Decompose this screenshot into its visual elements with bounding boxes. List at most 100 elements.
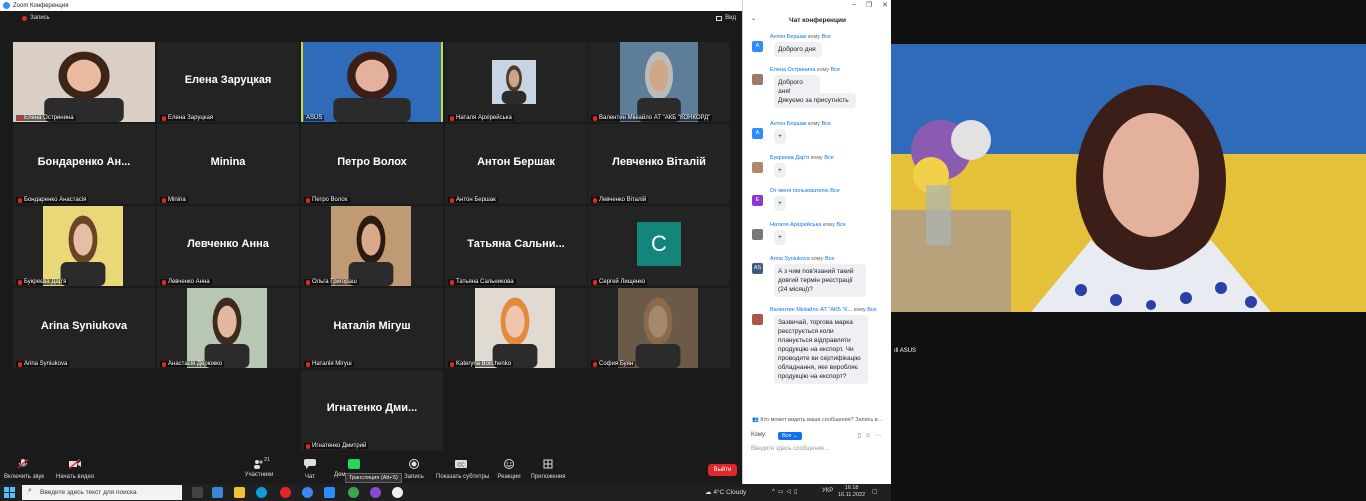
windows-start-icon[interactable] (4, 487, 15, 498)
speaker-name: ASUS (899, 348, 917, 354)
participant-video (620, 42, 698, 122)
speaker-video-bottom (891, 484, 1366, 501)
chat-sender[interactable]: Елена Остринина (770, 67, 815, 73)
emoji-icon[interactable]: ☺ (865, 433, 875, 439)
network-icon[interactable]: ▭ (778, 489, 787, 495)
participant-tile[interactable]: Наталя Архірейська (445, 42, 587, 122)
chat-sender[interactable]: Валентин Мініайло АТ "АКБ "К... (770, 307, 852, 313)
chat-to: кому (822, 222, 835, 228)
participant-tile[interactable]: Антон Бершак Антон Бершак (445, 124, 587, 204)
participant-tile[interactable]: Букреєва Дар'я (13, 206, 155, 286)
notification-icon[interactable]: ▢ (872, 488, 878, 495)
mic-muted-icon (17, 458, 29, 469)
taskbar-search[interactable]: ⌕ Введите здесь текст для поиска (22, 485, 182, 500)
file-explorer-icon[interactable] (234, 487, 245, 498)
participant-name-label: Елена Заруцкая (160, 115, 216, 121)
chat-sender[interactable]: Наталя Архірейська (770, 222, 821, 228)
chat-bubble: + (774, 196, 786, 211)
chat-sender[interactable]: Букреева Дар'я (770, 155, 809, 161)
mic-muted-icon (18, 197, 22, 203)
chat-sender[interactable]: Антон Бершак (770, 121, 806, 127)
participant-name: Minina (168, 197, 186, 203)
recipient-row: Кому: Все ⌄ ▯☺⋯ (751, 432, 891, 444)
participant-tile[interactable]: Minina Minina (157, 124, 299, 204)
participant-display-name: Татьяна Сальни... (467, 238, 565, 250)
participant-tile[interactable]: Левченко Анна Левченко Анна (157, 206, 299, 286)
participant-tile[interactable]: C Сергей Лищенко (588, 206, 730, 286)
task-view-icon[interactable] (192, 487, 203, 498)
subtitles-button[interactable]: CC Показать субтитры (436, 459, 490, 480)
participant-tile[interactable]: Валентин Мініайло АТ "АКБ "КОНКОРД" (588, 42, 730, 122)
volume-icon[interactable]: ◁ (787, 489, 795, 495)
participant-name-label: Левченко Віталій (591, 197, 649, 203)
participant-video (43, 206, 123, 286)
participant-name: Наталя Архірейська (456, 115, 512, 121)
participant-tile[interactable]: Ольга Григораш (301, 206, 443, 286)
participant-tile[interactable]: Игнатенко Дми... Игнатенко Дмитрий (301, 370, 443, 450)
participant-tile[interactable]: Елена Заруцкая Елена Заруцкая (157, 42, 299, 122)
apps-button[interactable]: Приложения (530, 459, 566, 480)
chat-target: Все (830, 67, 841, 73)
leave-button[interactable]: Выйти (708, 464, 737, 476)
participant-name: Елена Заруцкая (168, 115, 214, 121)
subtitles-label: Показать субтитры (436, 474, 490, 480)
participant-tile[interactable]: Arina Syniukova Arina Syniukova (13, 288, 155, 368)
file-icon[interactable]: ▯ (858, 433, 865, 439)
participant-tile[interactable]: София Буян (588, 288, 730, 368)
participant-tile[interactable]: Левченко Віталій Левченко Віталій (588, 124, 730, 204)
participant-name: Петро Волох (312, 197, 348, 203)
view-button[interactable]: Вид (716, 15, 736, 21)
chat-label: Чат (305, 474, 315, 480)
participant-tile[interactable]: Татьяна Сальни... Татьяна Сальникова (445, 206, 587, 286)
weather-text: 4°C Cloudy (713, 489, 747, 496)
more-icon[interactable]: ⋯ (875, 433, 885, 439)
chat-message-header: Наталя Архірейська кому Все (770, 222, 846, 228)
chat-sender[interactable]: Arina Syniukova (770, 256, 810, 262)
participant-name-label: Анастасія Дерюжко (160, 361, 225, 367)
chevron-down-icon[interactable]: ⌄ (751, 15, 756, 22)
chat-bubble: Доброго дня (774, 42, 822, 57)
chat-button[interactable]: Чат (302, 459, 318, 480)
recording-indicator[interactable]: Запись (22, 15, 50, 21)
participant-tile[interactable]: Елена Остринина (13, 42, 155, 122)
participant-name-label: Arina Syniukova (16, 361, 70, 367)
chat-sender[interactable]: Антон Бершак (770, 34, 806, 40)
edge-icon[interactable] (256, 487, 267, 498)
minimize-icon[interactable]: – (852, 1, 856, 9)
chat-input[interactable]: Введите здесь сообщение... (751, 446, 830, 452)
zoom-app-icon[interactable] (324, 487, 335, 498)
battery-icon[interactable]: ▯ (794, 489, 800, 495)
message-visibility-note[interactable]: 👥 Кто может видеть ваши сообщения? Запис… (752, 417, 882, 423)
app-icon[interactable] (212, 487, 223, 498)
chat-avatar: A (752, 128, 763, 139)
participant-tile[interactable]: Kateryna Bolichenko (445, 288, 587, 368)
chat-target: Все (836, 222, 846, 228)
chat-sender[interactable]: От меня пользователю (770, 188, 829, 194)
opera-icon[interactable] (280, 487, 291, 498)
participants-button[interactable]: 21 Участники (244, 457, 274, 478)
mic-muted-icon (306, 361, 310, 367)
chat-message-header: Букреева Дар'я кому Все (770, 155, 834, 161)
clock[interactable]: 16:18 16.11.2022 (838, 485, 865, 499)
unmute-button[interactable]: Включить звук (4, 458, 44, 480)
record-button[interactable]: Запись (403, 459, 425, 480)
chrome-icon[interactable] (302, 487, 313, 498)
participant-tile[interactable]: Анастасія Дерюжко (157, 288, 299, 368)
participant-tile[interactable]: Наталія Мігуш Наталія Мігуш (301, 288, 443, 368)
weather-widget[interactable]: ☁ 4°C Cloudy (705, 488, 746, 496)
chat-avatar (752, 74, 763, 85)
viber-icon[interactable] (370, 487, 381, 498)
restore-icon[interactable]: ❐ (866, 1, 872, 9)
close-icon[interactable]: ✕ (882, 1, 888, 9)
recipient-select[interactable]: Все ⌄ (778, 432, 802, 440)
yandex-icon[interactable] (392, 487, 403, 498)
language-indicator[interactable]: УКР (822, 488, 833, 494)
mic-muted-icon (306, 443, 310, 449)
participant-tile[interactable]: Петро Волох Петро Волох (301, 124, 443, 204)
start-video-button[interactable]: Начать видео (56, 458, 94, 480)
reactions-button[interactable]: Реакции (496, 459, 522, 480)
participant-tile[interactable]: Бондаренко Ан... Бондаренко Анастасія (13, 124, 155, 204)
participant-tile[interactable]: ASUS (301, 42, 443, 122)
system-tray: ^▭◁▯ (772, 488, 800, 495)
app-icon[interactable] (348, 487, 359, 498)
